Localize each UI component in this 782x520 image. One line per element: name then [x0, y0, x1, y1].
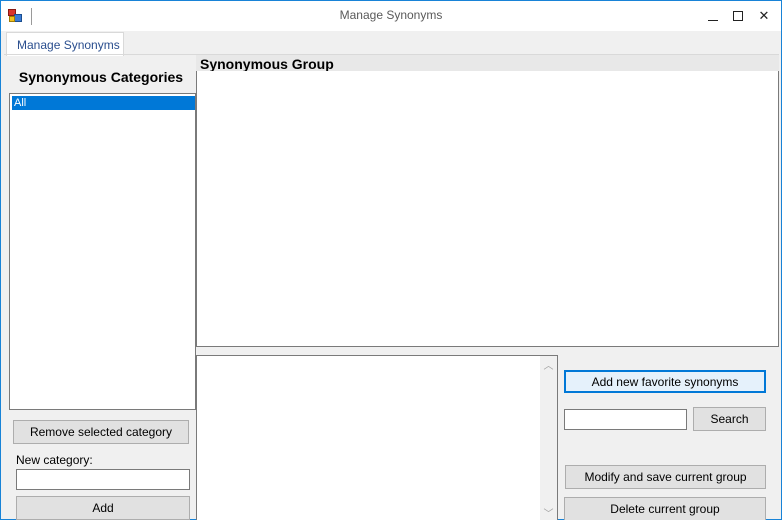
new-category-label: New category: [16, 453, 93, 467]
new-category-input[interactable] [16, 469, 190, 490]
maximize-button[interactable] [726, 1, 750, 31]
main-window: Manage Synonyms ✕ Manage Synonyms Synony… [0, 0, 782, 520]
categories-list[interactable]: All [9, 93, 196, 410]
panel-splitter[interactable] [196, 347, 779, 355]
title-bar[interactable]: Manage Synonyms ✕ [1, 1, 781, 31]
synonyms-editor[interactable]: ︿ ﹀ [196, 355, 558, 520]
modify-save-group-button[interactable]: Modify and save current group [565, 465, 766, 489]
group-heading: Synonymous Group [200, 56, 334, 72]
maximize-icon [733, 11, 743, 21]
minimize-icon [708, 19, 718, 21]
tab-manage-synonyms[interactable]: Manage Synonyms [6, 32, 124, 56]
search-input[interactable] [564, 409, 687, 430]
scroll-up-icon[interactable]: ︿ [540, 358, 557, 375]
categories-heading: Synonymous Categories [18, 69, 184, 85]
tab-strip: Manage Synonyms [1, 31, 781, 56]
remove-category-button[interactable]: Remove selected category [13, 420, 189, 444]
editor-scrollbar[interactable]: ︿ ﹀ [540, 356, 557, 520]
search-button[interactable]: Search [693, 407, 766, 431]
add-favorite-synonyms-button[interactable]: Add new favorite synonyms [564, 370, 766, 393]
close-icon: ✕ [758, 8, 770, 23]
synonym-group-panel[interactable] [196, 71, 779, 347]
window-title: Manage Synonyms [339, 8, 443, 22]
add-category-button[interactable]: Add [16, 496, 190, 520]
scroll-down-icon[interactable]: ﹀ [540, 506, 557, 520]
category-item-all[interactable]: All [12, 96, 195, 110]
minimize-button[interactable] [701, 1, 725, 31]
delete-group-button[interactable]: Delete current group [564, 497, 766, 520]
close-button[interactable]: ✕ [752, 1, 776, 31]
